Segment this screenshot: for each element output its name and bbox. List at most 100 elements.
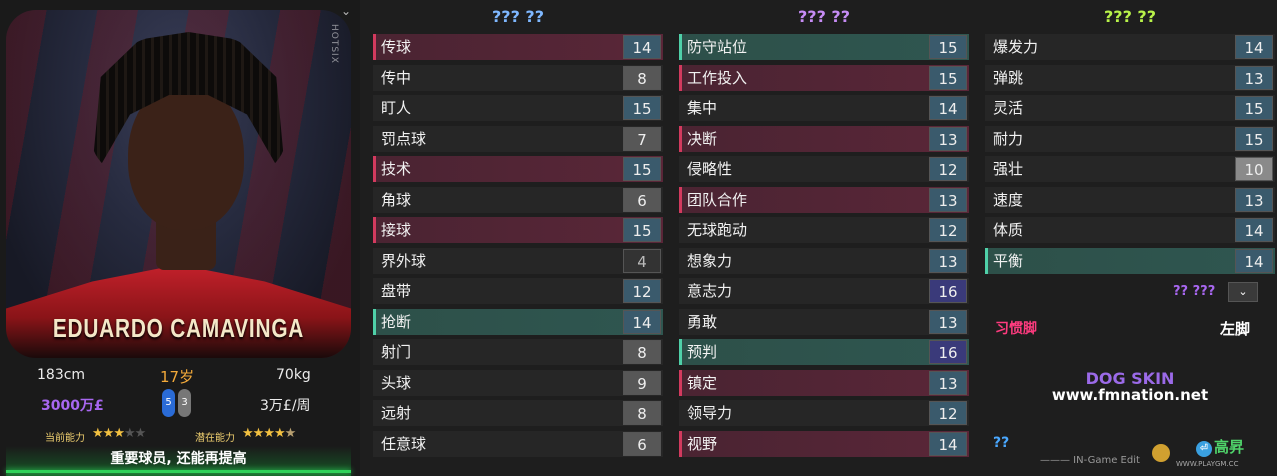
attribute-row[interactable]: 无球跑动 12 xyxy=(679,217,969,243)
attribute-row[interactable]: 体质 14 xyxy=(985,217,1275,243)
attribute-name: 盯人 xyxy=(381,99,412,117)
attribute-row[interactable]: 盯人 15 xyxy=(373,95,663,121)
current-ability-label: 当前能力 xyxy=(45,433,85,444)
attribute-row[interactable]: 工作投入 15 xyxy=(679,64,969,91)
attribute-value: 15 xyxy=(623,96,661,120)
attribute-row[interactable]: 灵活 15 xyxy=(985,95,1275,121)
attribute-name: 盘带 xyxy=(381,282,412,300)
highlight-button[interactable]: ⏎ 高昇 xyxy=(1196,436,1244,457)
attribute-name: 任意球 xyxy=(381,434,427,453)
player-weight: 70kg xyxy=(276,367,311,383)
attribute-row[interactable]: 角球 6 xyxy=(373,186,663,213)
preferred-foot-label: 习惯脚 xyxy=(995,321,1037,337)
star-icon: ★ xyxy=(92,426,104,441)
attribute-value: 14 xyxy=(623,35,661,59)
attribute-row[interactable]: 技术 15 xyxy=(373,156,663,182)
player-value: 3000万£ xyxy=(41,398,104,414)
attribute-row[interactable]: 预判 16 xyxy=(679,339,969,365)
player-age: 17岁 xyxy=(160,368,195,386)
attribute-name: 传中 xyxy=(381,68,412,87)
attribute-name: 界外球 xyxy=(381,251,427,270)
attribute-row[interactable]: 视野 14 xyxy=(679,430,969,457)
attribute-row[interactable]: 集中 14 xyxy=(679,95,969,121)
attribute-row[interactable]: 决断 13 xyxy=(679,125,969,152)
attribute-row[interactable]: 任意球 6 xyxy=(373,430,663,457)
attribute-row[interactable]: 强壮 10 xyxy=(985,156,1275,182)
more-label: ?? ??? xyxy=(1173,284,1216,299)
attribute-row[interactable]: 镇定 13 xyxy=(679,369,969,396)
attribute-row[interactable]: 领导力 12 xyxy=(679,400,969,426)
attribute-value: 13 xyxy=(929,370,967,395)
technical-column: ??? ?? 传球 14 传中 8 盯人 15 罚点球 7 技术 15 角球 6 接球 15 界外球 4 盘带 1… xyxy=(373,0,663,461)
attribute-value: 15 xyxy=(1235,126,1273,151)
preferred-foot-value: 左脚 xyxy=(1220,320,1251,338)
star-icon: ★ xyxy=(263,426,275,441)
attribute-value: 16 xyxy=(929,340,967,364)
attribute-row[interactable]: 接球 15 xyxy=(373,217,663,243)
star-icon: ★ xyxy=(284,426,297,441)
physical-title: ??? ?? xyxy=(1104,7,1156,26)
attribute-value: 7 xyxy=(623,126,661,151)
star-icon: ★ xyxy=(242,426,254,441)
attribute-row[interactable]: 侵略性 12 xyxy=(679,156,969,182)
attribute-row[interactable]: 团队合作 13 xyxy=(679,186,969,213)
attribute-value: 13 xyxy=(929,187,967,212)
attribute-name: 强壮 xyxy=(993,160,1024,178)
attribute-value: 6 xyxy=(623,431,661,456)
attribute-row[interactable]: 平衡 14 xyxy=(985,247,1275,274)
star-icon: ★ xyxy=(134,426,147,441)
chevron-down-icon[interactable]: ⌄ xyxy=(338,4,354,20)
attribute-value: 15 xyxy=(929,35,967,59)
attribute-value: 15 xyxy=(1235,96,1273,120)
photo-brand: HOTSIX xyxy=(329,24,339,64)
attribute-row[interactable]: 盘带 12 xyxy=(373,278,663,304)
foot-rating-badge: 5 3 xyxy=(162,389,192,417)
attribute-row[interactable]: 远射 8 xyxy=(373,400,663,426)
attribute-name: 视野 xyxy=(687,434,718,453)
attribute-row[interactable]: 耐力 15 xyxy=(985,125,1275,152)
current-ability-stars: ★★★★★ xyxy=(92,426,147,441)
attribute-row[interactable]: 弹跳 13 xyxy=(985,64,1275,91)
attribute-row[interactable]: 速度 13 xyxy=(985,186,1275,213)
expand-button[interactable]: ⌄ xyxy=(1228,282,1258,302)
attribute-row[interactable]: 罚点球 7 xyxy=(373,125,663,152)
star-icon: ★ xyxy=(123,426,136,441)
attribute-name: 工作投入 xyxy=(687,68,748,87)
star-icon: ★ xyxy=(273,426,286,441)
attribute-row[interactable]: 射门 8 xyxy=(373,339,663,365)
status-bar xyxy=(6,470,351,473)
attribute-row[interactable]: 爆发力 14 xyxy=(985,34,1275,60)
attribute-name: 头球 xyxy=(381,373,412,392)
attribute-name: 镇定 xyxy=(687,373,718,392)
attribute-value: 14 xyxy=(1235,248,1273,273)
attribute-row[interactable]: 界外球 4 xyxy=(373,247,663,274)
attribute-value: 13 xyxy=(929,126,967,151)
right-foot-rating: 3 xyxy=(178,389,191,417)
attribute-name: 爆发力 xyxy=(993,38,1039,56)
attribute-row[interactable]: 想象力 13 xyxy=(679,247,969,274)
share-icon: ⏎ xyxy=(1196,441,1212,457)
technical-title: ??? ?? xyxy=(492,7,544,26)
attribute-row[interactable]: 意志力 16 xyxy=(679,278,969,304)
attribute-row[interactable]: 头球 9 xyxy=(373,369,663,396)
attribute-value: 14 xyxy=(929,431,967,456)
attribute-name: 侵略性 xyxy=(687,160,733,178)
attribute-name: 弹跳 xyxy=(993,68,1024,87)
attribute-value: 8 xyxy=(623,65,661,90)
attribute-row[interactable]: 防守站位 15 xyxy=(679,34,969,60)
attribute-name: 技术 xyxy=(381,160,412,178)
attribute-name: 无球跑动 xyxy=(687,221,748,239)
attribute-row[interactable]: 传球 14 xyxy=(373,34,663,60)
attribute-name: 集中 xyxy=(687,99,718,117)
attribute-name: 远射 xyxy=(381,404,412,422)
attribute-name: 速度 xyxy=(993,190,1024,209)
attribute-row[interactable]: 抢断 14 xyxy=(373,308,663,335)
attribute-row[interactable]: 勇敢 13 xyxy=(679,308,969,335)
player-wage: 3万£/周 xyxy=(260,398,311,414)
attribute-value: 12 xyxy=(623,279,661,303)
attribute-name: 角球 xyxy=(381,190,412,209)
attribute-value: 13 xyxy=(1235,187,1273,212)
physical-column: ??? ?? 爆发力 14 弹跳 13 灵活 15 耐力 15 强壮 10 速度 13 体质 14 平衡 14 xyxy=(985,0,1275,278)
attribute-row[interactable]: 传中 8 xyxy=(373,64,663,91)
attribute-name: 勇敢 xyxy=(687,312,718,331)
